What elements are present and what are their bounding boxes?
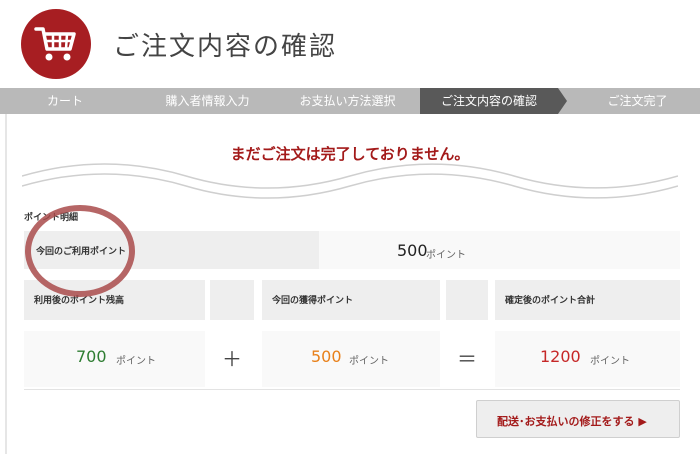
step-order-complete: ご注文完了 xyxy=(607,94,668,108)
balance-value-cell: 700 ポイント xyxy=(24,331,205,387)
earned-header-cell: 今回の獲得ポイント xyxy=(262,280,440,320)
balance-unit: ポイント xyxy=(116,356,156,367)
modify-delivery-payment-label: 配送･お支払いの修正をする ▶ xyxy=(497,415,647,428)
earned-unit: ポイント xyxy=(349,356,389,367)
current-use-value-cell: 500 ポイント xyxy=(319,231,680,269)
order-incomplete-warning: まだご注文は完了しておりません。 xyxy=(230,145,470,163)
total-unit: ポイント xyxy=(590,356,630,367)
earned-value: 500 xyxy=(311,347,342,366)
step-buyer-info: 購入者情報入力 xyxy=(165,94,250,108)
balance-after-use-value: 700 xyxy=(76,347,107,366)
modify-delivery-payment-button[interactable]: 配送･お支払いの修正をする ▶ xyxy=(476,400,680,438)
checkout-progress-steps: カート 購入者情報入力 お支払い方法選択 ご注文内容の確認 ご注文完了 xyxy=(0,88,700,114)
current-use-unit: ポイント xyxy=(426,250,466,261)
operator-header-cell xyxy=(446,280,488,320)
total-label: 確定後のポイント合計 xyxy=(505,296,596,306)
shopping-cart-icon xyxy=(34,27,76,61)
step-payment-method: お支払い方法選択 xyxy=(299,94,396,108)
earned-value-cell: 500 ポイント xyxy=(262,331,440,387)
total-header-cell: 確定後のポイント合計 xyxy=(495,280,680,320)
equals-operator: ＝ xyxy=(457,347,477,371)
total-value: 1200 xyxy=(540,347,581,366)
current-use-value: 500 xyxy=(397,241,428,260)
plus-operator: ＋ xyxy=(222,347,242,371)
cart-logo xyxy=(21,9,91,79)
total-value-cell: 1200 ポイント xyxy=(495,331,680,387)
step-order-confirm: ご注文内容の確認 xyxy=(420,88,567,114)
page-title: ご注文内容の確認 xyxy=(113,32,338,62)
table-bottom-divider xyxy=(24,389,680,390)
page-header: ご注文内容の確認 xyxy=(0,0,700,88)
step-cart: カート xyxy=(46,94,83,108)
earned-label: 今回の獲得ポイント xyxy=(272,296,354,306)
operator-header-cell xyxy=(210,280,254,320)
highlight-circle-annotation xyxy=(25,205,135,297)
wave-divider xyxy=(22,163,678,199)
